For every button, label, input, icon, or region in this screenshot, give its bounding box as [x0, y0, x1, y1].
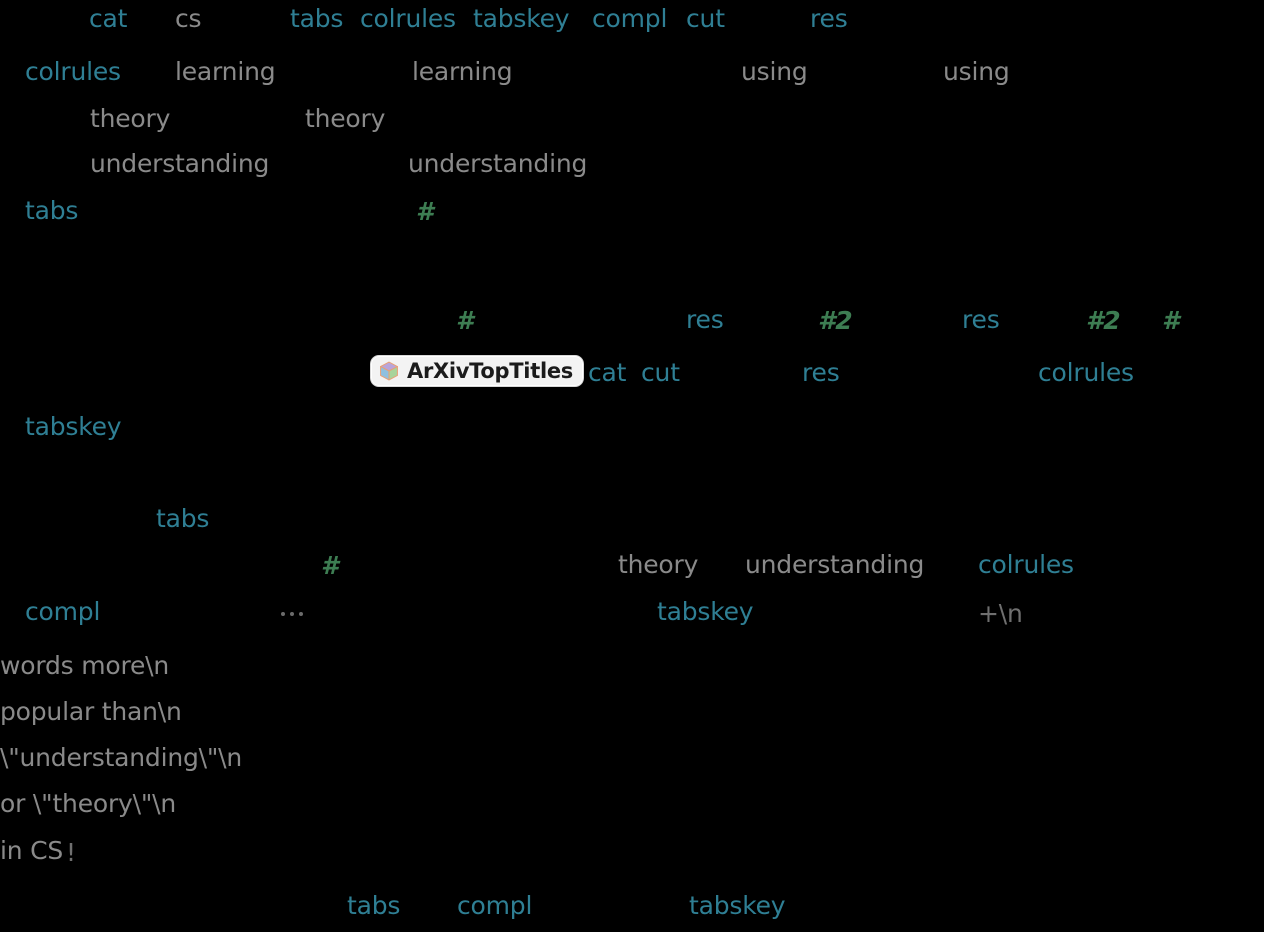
- code-token-line6-4[interactable]: #2: [1086, 308, 1121, 333]
- code-token-line1-0[interactable]: cat: [89, 6, 127, 31]
- ellipsis-dot: [299, 612, 303, 616]
- notebook-canvas: cat cs tabs colrules tabskey compl cut res colru…: [0, 0, 1264, 932]
- code-token-line10-2[interactable]: understanding: [745, 552, 924, 577]
- code-token-line1-5[interactable]: compl: [592, 6, 667, 31]
- code-token-line4-1[interactable]: understanding: [408, 151, 587, 176]
- resource-function-button-arxivtoptitles[interactable]: ArXivTopTitles: [370, 355, 584, 387]
- resource-function-label: ArXivTopTitles: [407, 358, 573, 383]
- code-token-line6-2[interactable]: #2: [818, 308, 853, 333]
- ellipsis-dot: [281, 612, 285, 616]
- code-token-line10-1[interactable]: theory: [618, 552, 698, 577]
- code-token-line7-2[interactable]: res: [802, 360, 840, 385]
- code-token-line11-1[interactable]: tabskey: [657, 599, 754, 624]
- code-token-line6-0[interactable]: #: [456, 308, 473, 333]
- code-token-line_last-2[interactable]: tabskey: [689, 893, 786, 918]
- code-token-string_block-2[interactable]: \"understanding\"\n: [0, 745, 242, 770]
- code-token-line7-1[interactable]: cut: [641, 360, 680, 385]
- code-token-line5-1[interactable]: #: [416, 199, 433, 224]
- wolfram-resource-cube-icon: [378, 360, 400, 382]
- code-token-line6-3[interactable]: res: [962, 307, 1000, 332]
- code-token-string_block-0[interactable]: words more\n: [0, 653, 169, 678]
- code-token-line2-0[interactable]: colrules: [25, 59, 121, 84]
- code-token-line1-7[interactable]: res: [810, 6, 848, 31]
- code-token-line_last-0[interactable]: tabs: [347, 893, 400, 918]
- code-token-line1-2[interactable]: tabs: [290, 6, 343, 31]
- code-token-line8-0[interactable]: tabskey: [25, 414, 122, 439]
- code-token-line6-1[interactable]: res: [686, 307, 724, 332]
- code-token-line1-1[interactable]: cs: [175, 6, 202, 31]
- code-token-line1-4[interactable]: tabskey: [473, 6, 570, 31]
- code-token-line1-6[interactable]: cut: [686, 6, 725, 31]
- code-token-line1-3[interactable]: colrules: [360, 6, 456, 31]
- code-token-string_block-5[interactable]: !: [66, 840, 76, 865]
- code-token-line9-0[interactable]: tabs: [156, 506, 209, 531]
- code-token-string_block-3[interactable]: or \"theory\"\n: [0, 791, 176, 816]
- code-token-line4-0[interactable]: understanding: [90, 151, 269, 176]
- code-token-line_last-1[interactable]: compl: [457, 893, 532, 918]
- code-token-line2-1[interactable]: learning: [175, 59, 276, 84]
- code-token-line3-1[interactable]: theory: [305, 106, 385, 131]
- code-token-line7-0[interactable]: cat: [588, 360, 626, 385]
- code-token-line11-0[interactable]: compl: [25, 599, 100, 624]
- code-token-line2-4[interactable]: using: [943, 59, 1010, 84]
- code-token-line6-5[interactable]: #: [1162, 308, 1179, 333]
- code-token-line10-0[interactable]: #: [321, 553, 338, 578]
- code-token-line5-0[interactable]: tabs: [25, 198, 78, 223]
- code-token-string_block-1[interactable]: popular than\n: [0, 699, 182, 724]
- ellipsis-indicator: [281, 612, 303, 616]
- code-token-line2-2[interactable]: learning: [412, 59, 513, 84]
- code-token-line2-3[interactable]: using: [741, 59, 808, 84]
- code-token-line7-3[interactable]: colrules: [1038, 360, 1134, 385]
- code-token-line11-2[interactable]: +\n: [978, 601, 1023, 626]
- code-token-string_block-4[interactable]: in CS: [0, 838, 71, 863]
- code-token-line3-0[interactable]: theory: [90, 106, 170, 131]
- ellipsis-dot: [290, 612, 294, 616]
- code-token-line10-3[interactable]: colrules: [978, 552, 1074, 577]
